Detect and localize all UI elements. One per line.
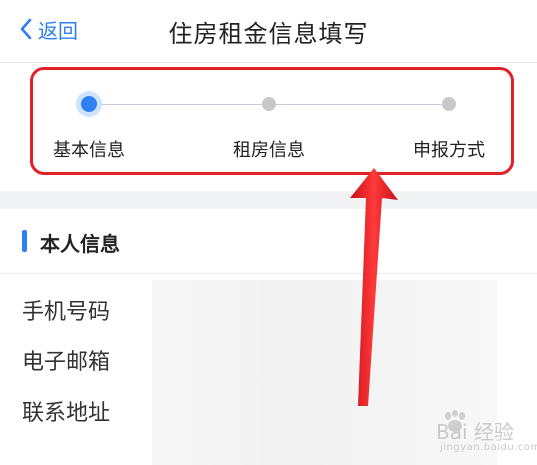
- field-phone[interactable]: 手机号码: [22, 294, 110, 326]
- annotation-arrow: [350, 168, 398, 406]
- page-title: 住房租金信息填写: [168, 20, 369, 48]
- section-accent-bar: [22, 230, 27, 252]
- field-address[interactable]: 联系地址: [22, 395, 110, 427]
- watermark-url: jingyan.baidu.com: [440, 442, 537, 453]
- section-title: 本人信息: [40, 232, 120, 256]
- field-email[interactable]: 电子邮箱: [22, 344, 110, 376]
- annotation-highlight-box: [30, 67, 514, 175]
- baidu-jingyan-watermark: Bai 经验 jingyan.baidu.com: [406, 410, 537, 460]
- watermark-text: Bai 经验: [436, 420, 514, 444]
- section-divider: [0, 191, 537, 209]
- navigation-bar: 返回 住房租金信息填写: [0, 0, 537, 63]
